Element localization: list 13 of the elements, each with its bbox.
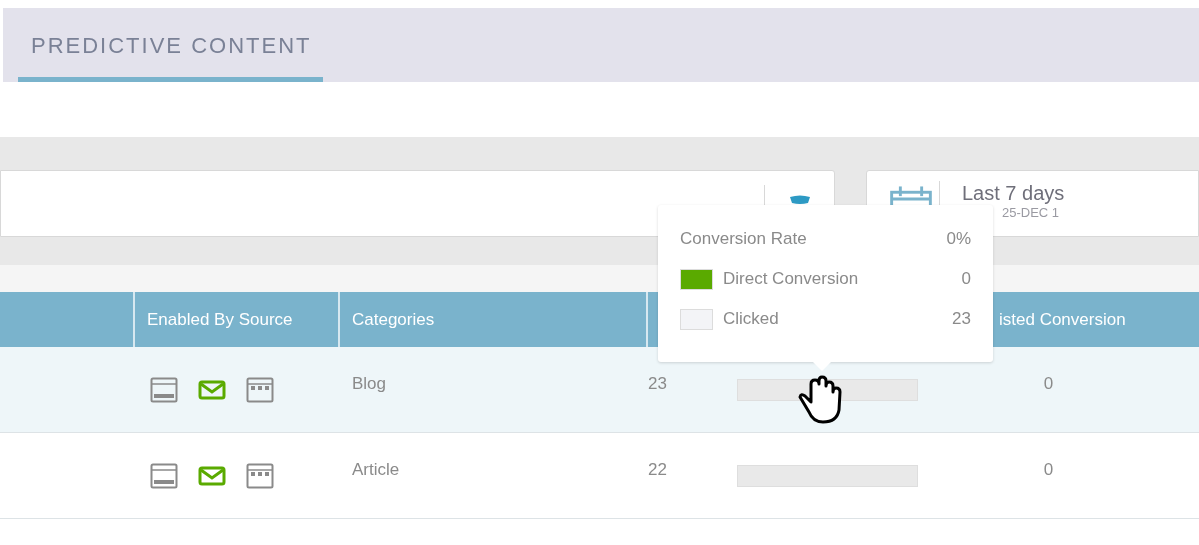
category-cell: Blog <box>352 373 387 393</box>
date-range-label: Last 7 days <box>962 181 1065 205</box>
date-range-dates: 25-DEC 1 <box>1001 205 1061 221</box>
tooltip-value: 23 <box>952 308 971 331</box>
tooltip-label: Conversion Rate <box>680 228 808 251</box>
count-cell: 23 <box>648 373 667 393</box>
tooltip-value: 0 <box>961 268 971 291</box>
tooltip-label: Direct Conversion <box>723 268 860 291</box>
tooltip-label: Clicked <box>723 308 780 331</box>
category-cell: Article <box>352 459 400 479</box>
count-cell: 22 <box>648 459 667 479</box>
assisted-conversion-cell-text: 0 <box>1043 372 1054 395</box>
assisted-conversion-cell-text: 0 <box>1043 458 1054 481</box>
